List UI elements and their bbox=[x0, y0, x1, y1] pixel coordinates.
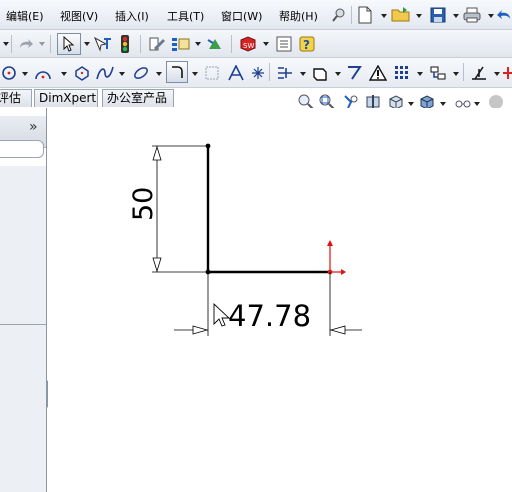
feature-manager-panel: » bbox=[0, 108, 47, 492]
chevron-down-icon[interactable] bbox=[263, 42, 269, 46]
graphics-area[interactable]: 50 47.78 bbox=[48, 108, 512, 492]
vertical-dimension-value[interactable]: 50 bbox=[128, 187, 159, 221]
chevron-down-icon[interactable] bbox=[453, 72, 459, 76]
vertical-dimension[interactable]: 50 bbox=[128, 145, 208, 273]
arc-icon[interactable] bbox=[33, 63, 53, 83]
svg-text:SW: SW bbox=[243, 42, 254, 50]
separator bbox=[269, 63, 270, 81]
panel-filter-field[interactable] bbox=[0, 140, 44, 158]
chevron-down-icon[interactable] bbox=[488, 14, 494, 18]
menu-view[interactable]: 视图(V) bbox=[60, 8, 98, 24]
chevron-down-icon[interactable] bbox=[440, 102, 446, 106]
panel-body bbox=[0, 166, 46, 492]
separator bbox=[50, 35, 51, 53]
sketch-toolbar bbox=[0, 58, 512, 88]
chevron-down-icon[interactable] bbox=[195, 42, 201, 46]
chevron-down-icon[interactable] bbox=[417, 72, 423, 76]
chevron-down-icon[interactable] bbox=[381, 14, 387, 18]
chevron-down-icon[interactable] bbox=[156, 72, 162, 76]
select-icon[interactable] bbox=[57, 33, 81, 55]
tab-dimxpert[interactable]: DimXpert bbox=[34, 89, 98, 107]
solidworks-icon[interactable]: SW bbox=[237, 34, 259, 54]
ellipse-icon[interactable] bbox=[131, 63, 151, 83]
list-icon[interactable] bbox=[274, 34, 294, 54]
chamfer-icon[interactable] bbox=[202, 63, 222, 83]
menu-bar: 编辑(E) 视图(V) 插入(I) 工具(T) 窗口(W) 帮助(H) bbox=[0, 0, 512, 30]
chevron-down-icon[interactable] bbox=[335, 72, 341, 76]
print-icon[interactable] bbox=[462, 5, 482, 25]
separator bbox=[463, 63, 464, 81]
save-icon[interactable] bbox=[428, 5, 448, 25]
horizontal-dimension-value[interactable]: 47.78 bbox=[228, 299, 311, 333]
polygon-icon[interactable] bbox=[73, 63, 91, 83]
horizontal-dimension[interactable]: 47.78 bbox=[174, 272, 362, 336]
mouse-cursor-icon bbox=[213, 302, 231, 327]
chevron-down-icon[interactable] bbox=[494, 72, 500, 76]
menu-help[interactable]: 帮助(H) bbox=[279, 8, 318, 24]
menu-window[interactable]: 窗口(W) bbox=[221, 8, 262, 24]
expand-panel-icon[interactable]: » bbox=[29, 119, 38, 135]
menu-edit[interactable]: 编辑(E) bbox=[6, 8, 44, 24]
redo-icon[interactable] bbox=[16, 34, 36, 54]
help-icon[interactable]: ? bbox=[297, 34, 317, 54]
chevron-down-icon[interactable] bbox=[408, 102, 414, 106]
chevron-down-icon[interactable] bbox=[300, 72, 306, 76]
mirror-icon[interactable] bbox=[345, 63, 365, 83]
circle-icon[interactable] bbox=[0, 63, 18, 83]
chevron-down-icon[interactable] bbox=[39, 42, 45, 46]
chevron-down-icon[interactable] bbox=[453, 14, 459, 18]
command-manager-tabs: 评估 DimXpert 办公室产品 bbox=[0, 88, 512, 108]
trim-icon[interactable] bbox=[274, 63, 296, 83]
origin-icon bbox=[327, 240, 346, 275]
options-icon[interactable] bbox=[147, 34, 167, 54]
pin-icon[interactable] bbox=[330, 5, 348, 25]
separator bbox=[140, 35, 141, 53]
svg-text:?: ? bbox=[303, 38, 310, 52]
new-document-icon[interactable] bbox=[356, 5, 374, 25]
sketch-drawing: 50 47.78 bbox=[128, 143, 362, 336]
offset-icon[interactable] bbox=[310, 63, 330, 83]
move-icon[interactable] bbox=[428, 63, 448, 83]
fillet-icon[interactable] bbox=[166, 61, 188, 83]
dimension-icon[interactable] bbox=[502, 63, 512, 83]
tab-office-products[interactable]: 办公室产品 bbox=[102, 89, 174, 107]
chevron-down-icon[interactable] bbox=[119, 72, 125, 76]
spline-icon[interactable] bbox=[95, 63, 115, 83]
chevron-down-icon[interactable] bbox=[192, 72, 198, 76]
standard-toolbar: SW ? bbox=[0, 30, 512, 58]
tab-evaluate[interactable]: 评估 bbox=[0, 89, 32, 107]
open-folder-icon[interactable] bbox=[390, 5, 412, 25]
warning-icon[interactable] bbox=[368, 63, 388, 83]
chevron-down-icon[interactable] bbox=[416, 14, 422, 18]
undo-icon[interactable] bbox=[496, 5, 512, 25]
chevron-down-icon[interactable] bbox=[474, 102, 480, 106]
file-properties-icon[interactable] bbox=[170, 34, 192, 54]
chevron-down-icon[interactable] bbox=[84, 42, 90, 46]
pattern-icon[interactable] bbox=[392, 63, 412, 83]
menu-tools[interactable]: 工具(T) bbox=[167, 8, 204, 24]
text-icon[interactable] bbox=[226, 63, 246, 83]
separator bbox=[231, 35, 232, 53]
relations-icon[interactable] bbox=[468, 63, 490, 83]
list-icon[interactable] bbox=[205, 34, 225, 54]
rebuild-icon[interactable] bbox=[93, 34, 113, 54]
solidworks-window: 编辑(E) 视图(V) 插入(I) 工具(T) 窗口(W) 帮助(H) SW ?… bbox=[0, 0, 512, 492]
separator bbox=[351, 6, 352, 24]
separator bbox=[11, 35, 12, 53]
traffic-light-icon[interactable] bbox=[118, 34, 132, 54]
chevron-down-icon[interactable] bbox=[3, 42, 9, 46]
menu-insert[interactable]: 插入(I) bbox=[115, 8, 149, 24]
chevron-down-icon[interactable] bbox=[22, 72, 28, 76]
chevron-down-icon[interactable] bbox=[61, 72, 67, 76]
point-icon[interactable] bbox=[250, 63, 266, 83]
panel-divider[interactable] bbox=[0, 324, 46, 325]
